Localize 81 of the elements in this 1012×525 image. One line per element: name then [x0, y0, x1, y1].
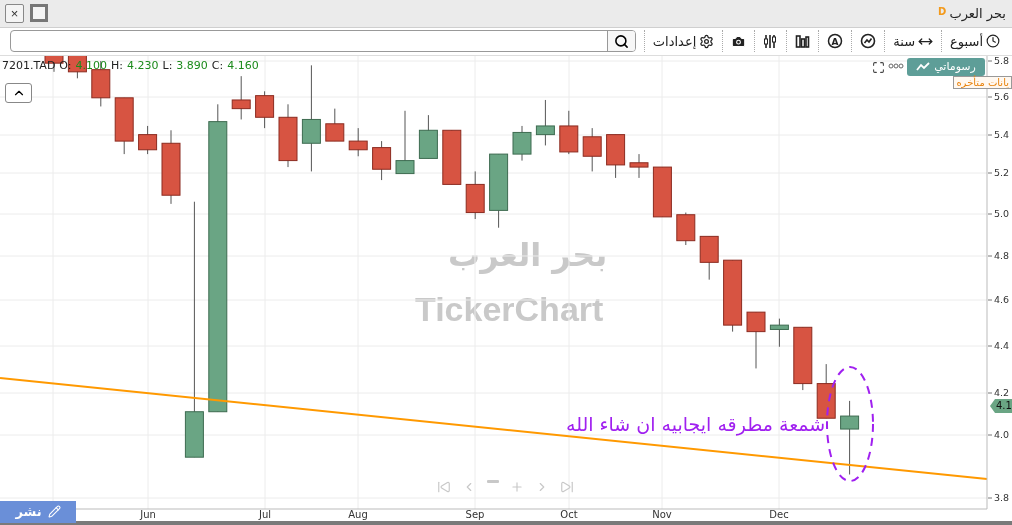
falling-candle	[559, 110, 579, 155]
skip-forward-icon	[560, 479, 574, 494]
camera-icon	[731, 33, 747, 49]
price-axis-label: 4.6	[994, 293, 1010, 305]
ohlc-value: 4.230	[127, 58, 159, 72]
toolbar-button[interactable]: A	[818, 30, 852, 53]
falling-candle	[652, 166, 672, 218]
indicators-icon	[763, 33, 779, 49]
source-letter: D	[938, 5, 947, 17]
price-axis-label: 4.2	[994, 386, 1010, 398]
rising-candle	[418, 114, 438, 159]
annotation-text: شمعة مطرقه ايجابيه ان شاء الله	[566, 412, 826, 435]
date-axis-label: Aug	[348, 508, 368, 520]
minus-icon	[487, 479, 499, 483]
rising-candle	[512, 125, 532, 161]
date-axis-label: Oct	[560, 508, 578, 520]
pencil-icon	[47, 505, 61, 519]
falling-candle	[816, 363, 836, 419]
falling-candle	[325, 108, 345, 142]
price-axis-label: 4.8	[994, 249, 1010, 261]
ohlc-label: H:	[111, 58, 123, 72]
price-axis-label: 5.2	[994, 166, 1010, 178]
rising-candle	[535, 99, 555, 146]
ohlc-value: 3.890	[176, 58, 208, 72]
symbol-label: 7201.TAD	[2, 58, 56, 72]
toolbar-button[interactable]: سنة	[884, 30, 942, 53]
falling-candle	[699, 235, 719, 281]
price-axis-label: 5.0	[994, 207, 1010, 219]
price-axis-label: 5.8	[994, 55, 1010, 66]
falling-candle	[372, 140, 392, 181]
falling-candle	[629, 153, 649, 179]
maximize-button[interactable]	[30, 4, 48, 23]
toolbar-button[interactable]: أسبوع	[941, 30, 1008, 53]
falling-candle	[138, 125, 158, 155]
date-axis-label: Jul	[258, 508, 272, 520]
delayed-data-tooltip: يانات متأخره	[953, 75, 1012, 89]
price-tag: 4.1	[990, 398, 1012, 413]
price-axis-label: 4.0	[994, 428, 1010, 440]
ohlc-label: L:	[162, 58, 173, 72]
falling-candle	[278, 103, 298, 168]
trend-icon	[860, 33, 877, 50]
collapse-button[interactable]	[5, 82, 32, 103]
fullscreen-icon	[872, 60, 885, 74]
ohlc-label: C:	[211, 58, 224, 72]
fullscreen-button[interactable]	[872, 60, 885, 74]
dots-icon	[888, 62, 904, 69]
falling-candle	[348, 127, 368, 157]
line-chart-icon	[916, 61, 931, 72]
falling-candle	[582, 127, 602, 172]
date-axis-label: Jun	[140, 508, 156, 520]
falling-candle	[442, 129, 462, 185]
bar-chart-icon	[795, 33, 811, 49]
rising-candle	[395, 110, 415, 174]
falling-candle	[746, 311, 766, 369]
price-axis-label: 4.4	[994, 339, 1010, 351]
falling-candle	[231, 75, 251, 120]
search-icon	[613, 33, 629, 49]
date-axis-label: Nov	[652, 508, 672, 520]
skip-back-icon	[437, 479, 451, 494]
date-axis-label: Dec	[769, 508, 789, 520]
window-title: بحر العرب	[949, 5, 1006, 21]
settings-icon	[699, 33, 715, 49]
date-axis-label: Sep	[465, 508, 485, 520]
falling-candle	[465, 170, 485, 220]
close-button[interactable]: ×	[5, 3, 24, 23]
search-button[interactable]	[606, 31, 635, 52]
falling-candle	[114, 97, 134, 155]
falling-candle	[676, 211, 696, 246]
plus-icon	[510, 479, 524, 494]
ohlc-value: 4.160	[227, 58, 259, 72]
falling-candle	[255, 90, 275, 129]
price-axis-label: 3.8	[994, 491, 1010, 503]
rising-candle	[769, 318, 789, 348]
clock-icon	[986, 34, 1000, 49]
falling-candle	[606, 134, 626, 179]
toolbar-button[interactable]: إعدادات	[643, 30, 723, 53]
search-field[interactable]	[10, 30, 636, 53]
letter-circle-icon: A	[827, 33, 844, 50]
price-axis-label: 5.4	[994, 128, 1010, 140]
falling-candle	[793, 326, 813, 391]
price-axis-label: 5.6	[994, 90, 1010, 102]
